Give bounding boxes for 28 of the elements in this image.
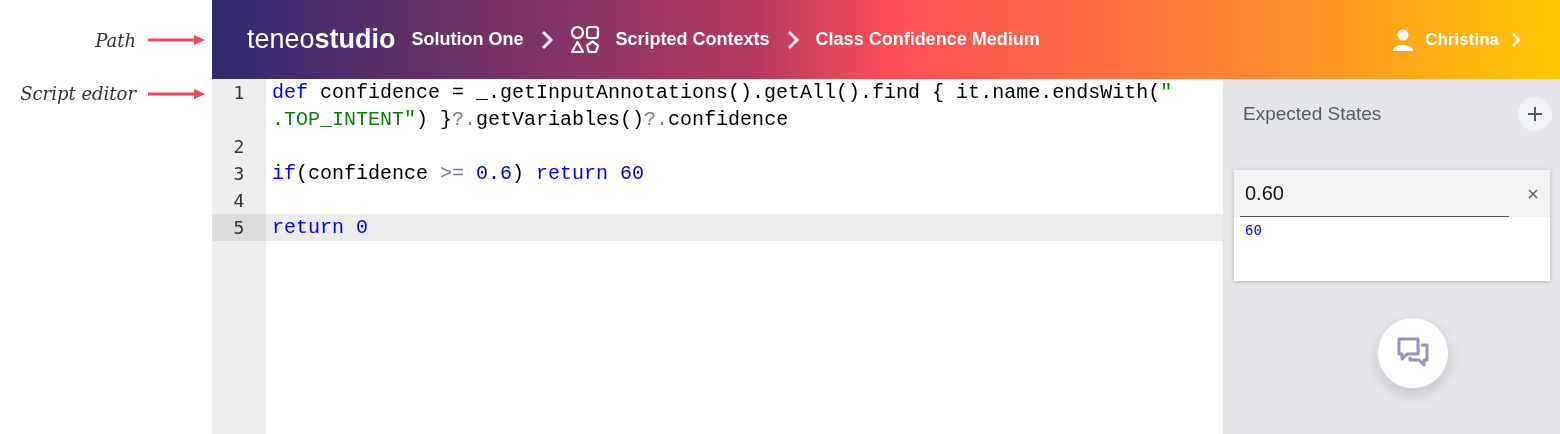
line-number: 3 bbox=[233, 162, 245, 186]
breadcrumb-link[interactable]: Solution One bbox=[411, 26, 524, 53]
breadcrumb-link[interactable]: Scripted Contexts bbox=[615, 26, 770, 53]
line-number: 5 bbox=[233, 216, 245, 240]
logo[interactable]: teneostudio bbox=[247, 19, 396, 60]
code-line: def confidence = _.getInputAnnotations().getAll().find { it.name.endsWith(" bbox=[272, 80, 1173, 106]
line-number: 1 bbox=[233, 81, 245, 105]
line-number: 4 bbox=[233, 189, 245, 213]
chat-button[interactable] bbox=[1377, 317, 1449, 389]
chevron-icon bbox=[785, 29, 800, 50]
user-icon bbox=[1393, 28, 1414, 51]
close-icon bbox=[1528, 188, 1538, 199]
chevron-icon bbox=[1511, 31, 1521, 48]
chevron-icon bbox=[539, 29, 554, 50]
shapes-icon bbox=[569, 24, 600, 55]
code-line: if(confidence >= 0.6) return 60 bbox=[272, 161, 645, 187]
add-button[interactable] bbox=[1518, 97, 1552, 131]
arrow-icon bbox=[148, 87, 206, 100]
script-field[interactable]: 60 bbox=[1240, 217, 1544, 275]
plus-icon bbox=[1527, 106, 1543, 122]
code-line: .TOP_INTENT") }?.getVariables()?.confidence bbox=[272, 107, 789, 133]
code-editor[interactable]: def confidence = _.getInputAnnotations().getAll().find { it.name.endsWith(" .TOP_INTENT") }?.getVariables()?.confidence if(confidence >= 0.6) return 60 return 0 bbox=[266, 79, 1223, 434]
annotation-label: Path bbox=[95, 28, 136, 53]
panel-title: Expected States bbox=[1243, 101, 1382, 126]
annotation-label: Script editor bbox=[20, 82, 136, 106]
arrow-icon bbox=[148, 34, 206, 46]
code-line: return 0 bbox=[272, 215, 369, 241]
line-number: 2 bbox=[233, 135, 245, 159]
